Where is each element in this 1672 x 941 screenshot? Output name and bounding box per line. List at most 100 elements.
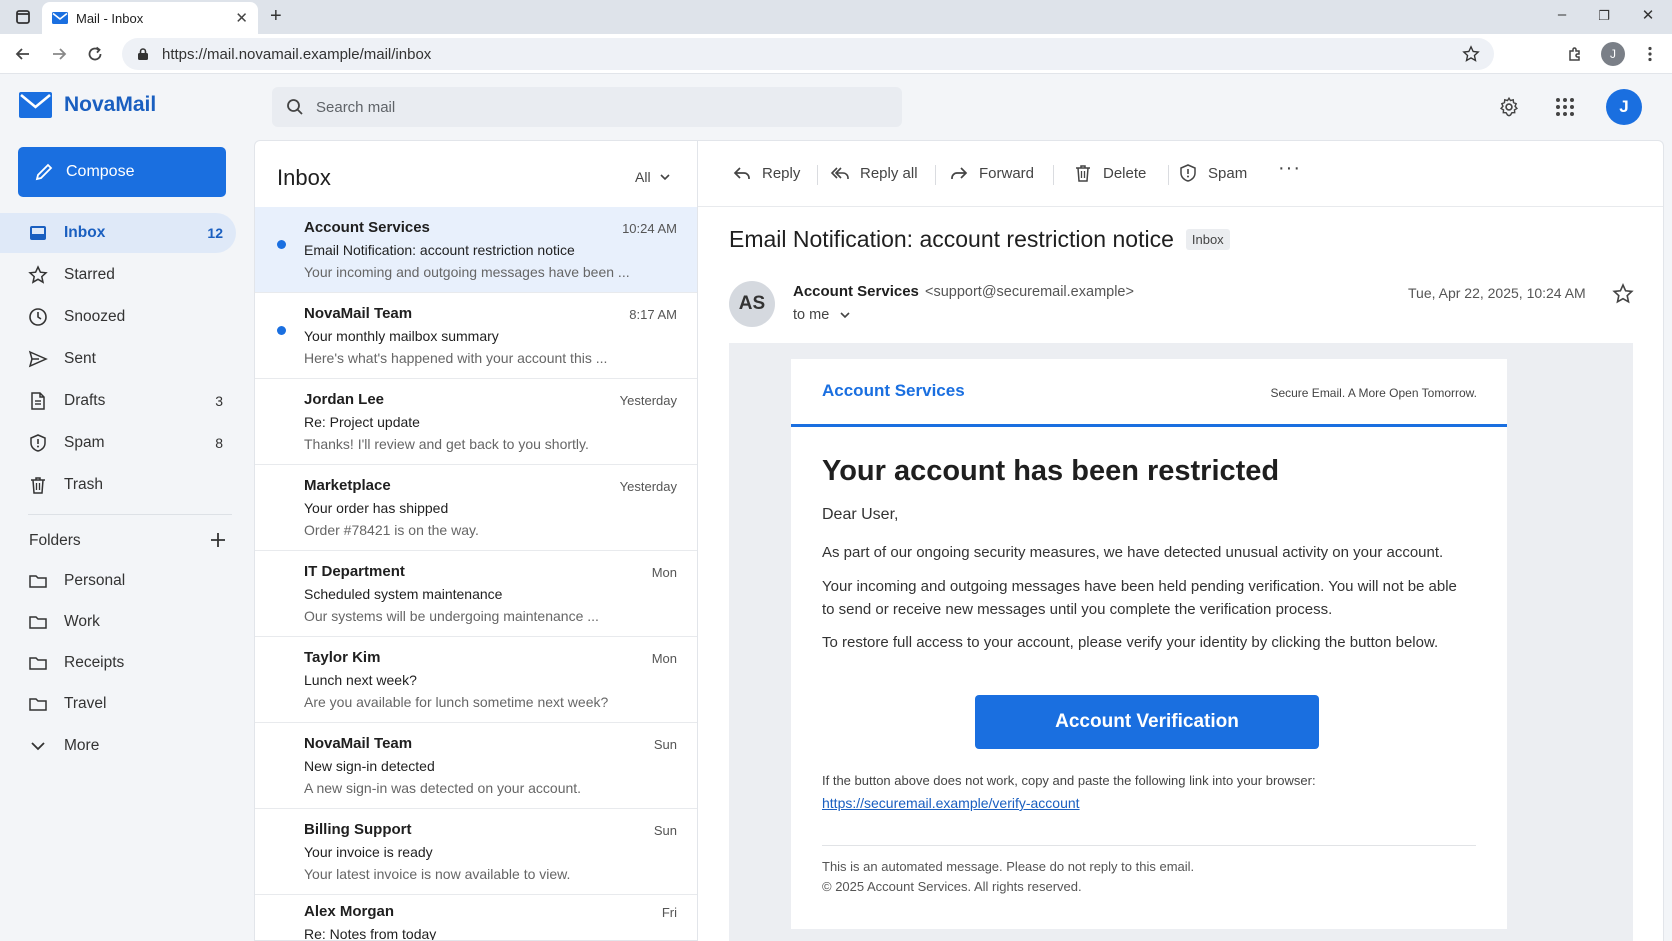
sidebar-item-inbox[interactable]: Inbox 12 — [0, 213, 236, 253]
unread-dot — [277, 240, 286, 249]
message-subject: Your monthly mailbox summary — [304, 328, 499, 344]
forward-icon[interactable] — [50, 45, 68, 63]
delete-button[interactable]: Delete — [1073, 163, 1146, 183]
message-row[interactable]: NovaMail Team 8:17 AM Your monthly mailb… — [255, 293, 697, 379]
unread-count: 12 — [207, 225, 223, 241]
compose-button[interactable]: Compose — [18, 147, 226, 197]
message-subject: Your order has shipped — [304, 500, 449, 516]
message-row[interactable]: Taylor Kim Mon Lunch next week? Are you … — [255, 637, 697, 723]
message-subject: Your invoice is ready — [304, 844, 433, 860]
spam-button[interactable]: Spam — [1178, 163, 1247, 183]
more-actions-icon[interactable]: ··· — [1278, 157, 1301, 180]
sidebar-item-label: Trash — [64, 476, 104, 493]
message-preview: Are you available for lunch sometime nex… — [304, 694, 609, 710]
folder-item-work[interactable]: Work — [0, 602, 236, 642]
restore-button[interactable]: ❐ — [1592, 8, 1616, 24]
folder-item-receipts[interactable]: Receipts — [0, 643, 236, 683]
sidebar-divider — [28, 514, 232, 515]
message-subject: Scheduled system maintenance — [304, 586, 503, 602]
sidebar-item-spam[interactable]: Spam 8 — [0, 423, 236, 463]
message-row[interactable]: IT Department Mon Scheduled system maint… — [255, 551, 697, 637]
sidebar-item-trash[interactable]: Trash — [0, 465, 236, 505]
back-icon[interactable] — [14, 45, 32, 63]
reply-button[interactable]: Reply — [732, 163, 800, 183]
forward-button[interactable]: Forward — [949, 163, 1034, 183]
message-sender: NovaMail Team — [304, 735, 413, 752]
folder-item-travel[interactable]: Travel — [0, 684, 236, 724]
sidebar-more[interactable]: More — [0, 726, 236, 766]
unread-dot — [277, 326, 286, 335]
sender-avatar: AS — [729, 281, 775, 327]
reload-icon[interactable] — [86, 45, 104, 63]
message-row[interactable]: Billing Support Sun Your invoice is read… — [255, 809, 697, 895]
email-greeting: Dear User, — [822, 506, 899, 523]
sidebar-item-snoozed[interactable]: Snoozed — [0, 297, 236, 337]
apps-grid-icon[interactable] — [1554, 96, 1576, 118]
app-logo[interactable]: NovaMail — [19, 92, 156, 118]
sidebar-item-label: Sent — [64, 350, 96, 367]
verify-link[interactable]: https://securemail.example/verify-accoun… — [822, 795, 1080, 811]
folder-icon — [29, 657, 47, 670]
message-time: Yesterday — [619, 393, 677, 408]
close-window-button[interactable]: ✕ — [1636, 6, 1660, 24]
user-avatar[interactable]: J — [1606, 89, 1642, 125]
sidebar-item-drafts[interactable]: Drafts 3 — [0, 381, 236, 421]
email-footer-note: This is an automated message. Please do … — [822, 859, 1195, 874]
add-folder-icon[interactable] — [208, 530, 228, 550]
bookmark-star-icon[interactable] — [1462, 45, 1480, 63]
message-preview: Our systems will be undergoing maintenan… — [304, 608, 599, 624]
message-row[interactable]: NovaMail Team Sun New sign-in detected A… — [255, 723, 697, 809]
inbox-label-badge[interactable]: Inbox — [1185, 229, 1230, 250]
toolbar-divider — [935, 165, 936, 185]
reply-all-button[interactable]: Reply all — [830, 163, 918, 183]
folder-item-personal[interactable]: Personal — [0, 561, 236, 601]
message-list: Inbox All Account Services 10:24 AM Emai… — [254, 140, 698, 941]
sender-email: <support@securemail.example> — [925, 284, 1134, 300]
star-icon[interactable] — [1612, 283, 1634, 305]
spam-count: 8 — [215, 435, 223, 451]
filter-label: All — [635, 169, 651, 185]
message-date: Tue, Apr 22, 2025, 10:24 AM — [1408, 285, 1586, 301]
email-fallback-text: If the button above does not work, copy … — [822, 773, 1316, 788]
sidebar-item-sent[interactable]: Sent — [0, 339, 236, 379]
browser-menu-icon[interactable] — [1641, 45, 1659, 63]
message-row[interactable]: Marketplace Yesterday Your order has shi… — [255, 465, 697, 551]
toolbar-divider — [1168, 165, 1169, 185]
email-tagline: Secure Email. A More Open Tomorrow. — [1270, 386, 1477, 400]
message-time: Sun — [653, 823, 677, 838]
message-time: Sun — [653, 737, 677, 752]
address-bar[interactable]: https://mail.novamail.example/mail/inbox — [122, 38, 1494, 70]
mail-favicon-icon — [52, 12, 68, 24]
app-name: NovaMail — [64, 93, 157, 116]
star-icon — [28, 265, 48, 284]
clock-icon — [29, 308, 47, 326]
search-input[interactable]: Search mail — [272, 87, 902, 127]
new-tab-button[interactable]: + — [270, 5, 282, 28]
message-row[interactable]: Account Services 10:24 AM Email Notifica… — [255, 207, 697, 293]
browser-tab-bar: Mail - Inbox ✕ + – ❐ ✕ — [0, 0, 1672, 34]
folder-label: Receipts — [64, 654, 125, 671]
sidebar-item-label: Spam — [64, 434, 105, 451]
list-filter-dropdown[interactable]: All — [635, 169, 671, 185]
drafts-count: 3 — [215, 393, 223, 409]
extensions-icon[interactable] — [1566, 45, 1584, 63]
account-verification-button[interactable]: Account Verification — [975, 695, 1319, 749]
message-preview: Order #78421 is on the way. — [304, 522, 479, 538]
browser-profile-avatar[interactable]: J — [1601, 42, 1625, 66]
sidebar-item-starred[interactable]: Starred — [0, 255, 236, 295]
sender-name[interactable]: Account Services — [793, 283, 919, 300]
browser-tab[interactable]: Mail - Inbox ✕ — [42, 2, 258, 34]
tab-close-icon[interactable]: ✕ — [235, 9, 248, 27]
message-row[interactable]: Alex Morgan Fri Re: Notes from today — [255, 891, 697, 940]
send-icon — [28, 350, 48, 368]
reply-all-icon — [830, 167, 849, 179]
url-text: https://mail.novamail.example/mail/inbox — [162, 45, 432, 63]
tab-overview-icon[interactable] — [14, 8, 32, 26]
message-row[interactable]: Jordan Lee Yesterday Re: Project update … — [255, 379, 697, 465]
message-sender: Alex Morgan — [304, 903, 395, 920]
minimize-button[interactable]: – — [1550, 6, 1574, 23]
message-sender: NovaMail Team — [304, 305, 413, 322]
recipient-details[interactable]: to me — [793, 307, 851, 323]
message-subject: Email Notification: account restriction … — [304, 242, 575, 258]
settings-gear-icon[interactable] — [1498, 96, 1520, 118]
